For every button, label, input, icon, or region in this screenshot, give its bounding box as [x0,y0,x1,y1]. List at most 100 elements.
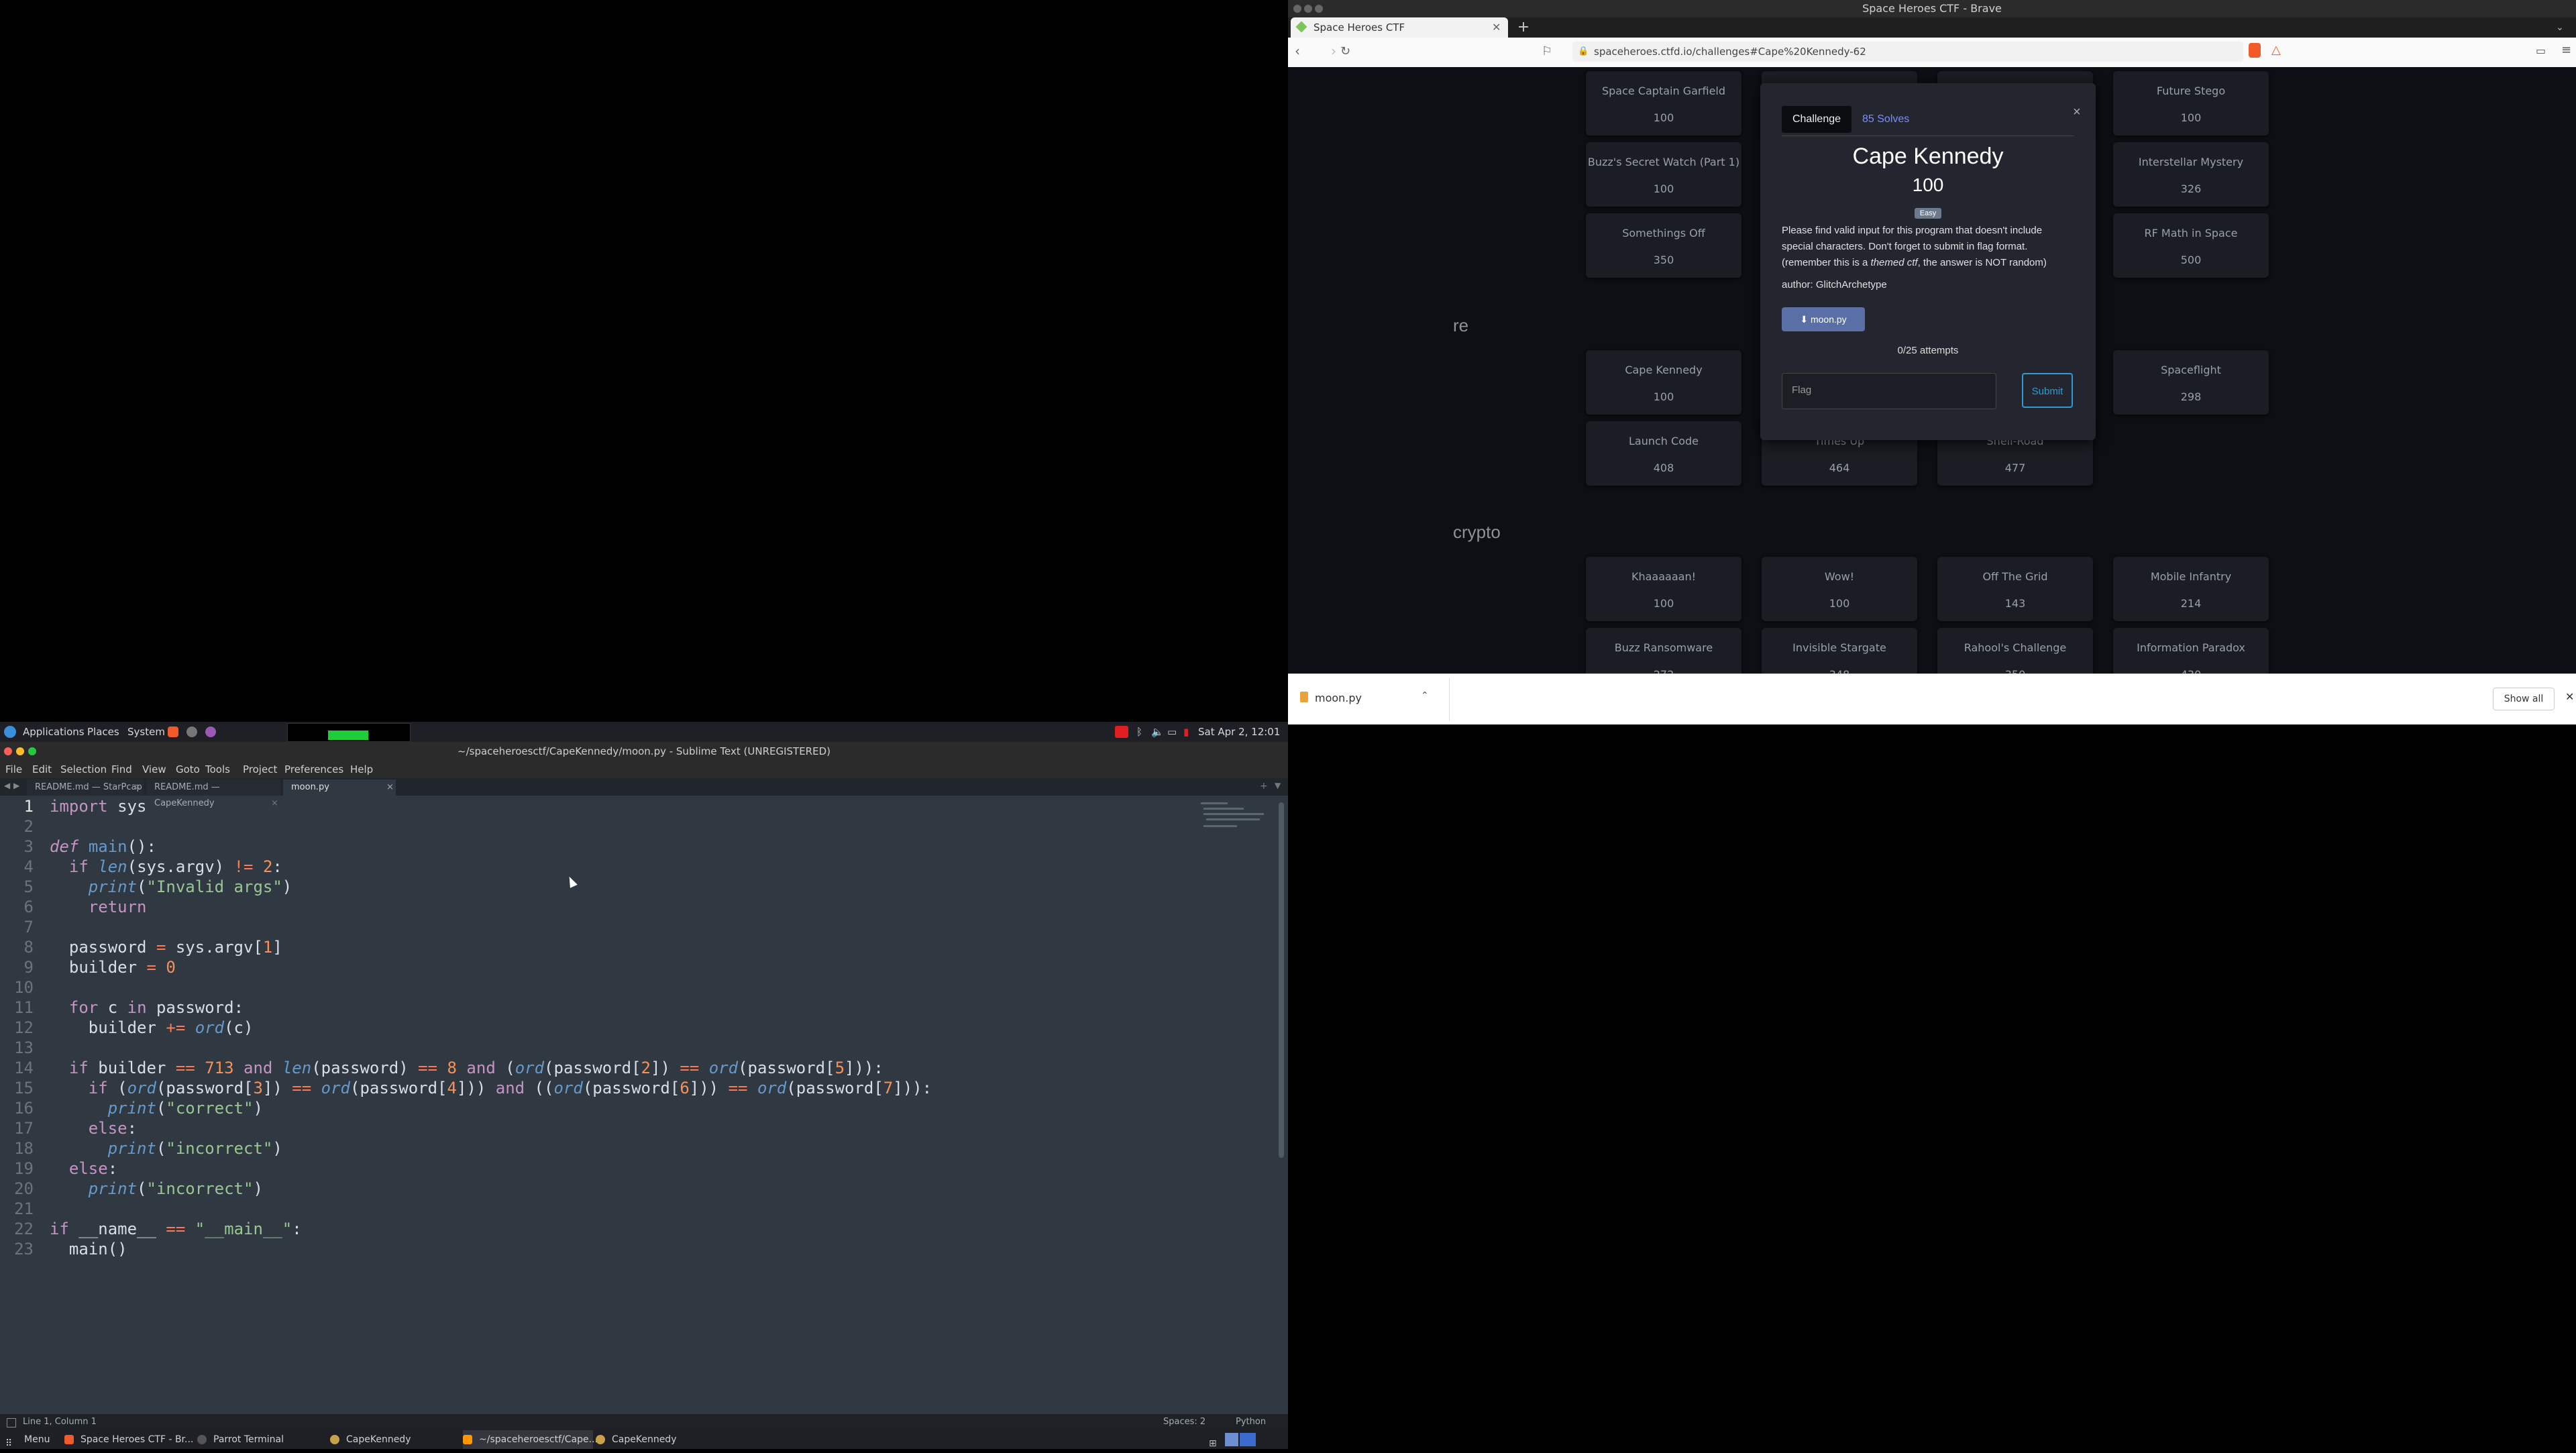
close-download-bar-icon[interactable]: ✕ [2565,690,2574,703]
settings-launcher-icon[interactable] [186,726,197,737]
challenge-card[interactable]: Launch Code 408 [1586,421,1741,486]
wallet-icon[interactable]: ▭ [2536,44,2546,57]
line-number: 13 [14,1038,34,1057]
tab-scroll-right-icon[interactable]: ▶ [13,781,19,790]
bluetooth-icon[interactable]: ᛒ [1136,722,1142,742]
challenge-card[interactable]: Off The Grid 143 [1937,557,2093,621]
menu-tools[interactable]: Tools [205,761,230,778]
download-file-button[interactable]: ⬇ moon.py [1782,307,1865,331]
code-editor[interactable]: 1 2 3 4 5 6 7 8 9 10 11 12 13 14 15 16 1… [0,797,1194,1414]
minimize-window-icon[interactable] [16,747,24,755]
places-menu[interactable]: Places [87,722,119,742]
show-all-button[interactable]: Show all [2493,688,2555,710]
challenge-card[interactable]: Somethings Off 350 [1586,213,1741,278]
challenge-card[interactable]: Khaaaaaan! 100 [1586,557,1741,621]
brave-shields-icon[interactable] [2249,43,2261,58]
menu-project[interactable]: Project [243,761,277,778]
bookmark-icon[interactable]: ⚐ [1542,44,1552,58]
sublime-tab[interactable]: README.md — CapeKennedy × [146,779,280,808]
taskbar-item[interactable]: Space Heroes CTF - Br... [64,1430,195,1449]
brave-launcher-icon[interactable] [168,726,178,737]
modal-close-icon[interactable]: × [2073,105,2081,120]
desktop-panel: Applications Places System ᛒ 🔈 ▭ ▮ Sat A… [0,722,1288,758]
sublime-tab[interactable]: README.md — StarPcap × [27,779,144,796]
tab-close-icon[interactable]: × [134,779,142,796]
workspace-2[interactable] [1240,1433,1256,1446]
challenge-card[interactable]: Mobile Infantry 214 [2113,557,2269,621]
new-tab-icon[interactable]: + [1513,17,1534,38]
code-line: return [88,898,147,916]
maximize-window-icon[interactable] [1315,5,1323,13]
taskbar-item[interactable]: CapeKennedy [330,1430,458,1449]
taskbar-item[interactable]: CapeKennedy [596,1430,723,1449]
maximize-window-icon[interactable] [28,747,36,755]
sidebar-toggle-icon[interactable] [7,1418,16,1428]
vertical-scrollbar[interactable] [1279,802,1284,1158]
reload-icon[interactable]: ↻ [1340,44,1350,58]
brave-rewards-icon[interactable]: △ [2271,43,2286,58]
applications-menu[interactable]: Applications [23,722,85,742]
download-item[interactable]: moon.py ⌃ [1300,685,1434,714]
tray-icon[interactable]: ⊞ [1209,1434,1217,1453]
new-tab-icon[interactable]: + [1260,781,1268,792]
tab-list-chevron-icon[interactable]: ⌄ [2556,17,2572,38]
taskbar-item[interactable]: Parrot Terminal [197,1430,325,1449]
browser-menu-icon[interactable]: ≡ [2561,43,2571,57]
submit-button[interactable]: Submit [2022,373,2073,408]
mouse-cursor-icon [566,875,578,888]
menu-file[interactable]: File [5,761,22,778]
tab-list-icon[interactable]: ▼ [1275,781,1281,790]
close-window-icon[interactable] [1293,5,1301,13]
challenge-card[interactable]: Buzz Ransomware272 [1586,628,1741,674]
challenge-card[interactable]: Future Stego 100 [2113,71,2269,136]
battery-icon[interactable]: ▮ [1183,722,1189,742]
browser-tab-active[interactable]: Space Heroes CTF ✕ [1291,17,1508,38]
workspace-1[interactable] [1225,1433,1238,1446]
menu-grid-icon: ⠿ [5,1438,13,1449]
menu-preferences[interactable]: Preferences [284,761,343,778]
menu-help[interactable]: Help [350,761,373,778]
minimize-window-icon[interactable] [1304,5,1312,13]
sublime-tab-active[interactable]: moon.py × [283,779,396,796]
menu-goto[interactable]: Goto [176,761,200,778]
menu-selection[interactable]: Selection [60,761,107,778]
address-bar[interactable]: 🔒 spaceheroes.ctfd.io/challenges#Cape%20… [1572,42,2243,62]
taskbar-item-active[interactable]: ~/spaceheroesctf/Cape... [463,1430,598,1449]
menu-view[interactable]: View [142,761,166,778]
tab-close-icon[interactable]: ✕ [1492,17,1501,38]
chevron-up-icon[interactable]: ⌃ [1421,690,1429,701]
vpn-status-icon[interactable] [1115,726,1128,738]
indentation-setting[interactable]: Spaces: 2 [1163,1414,1205,1430]
back-icon[interactable]: ‹ [1295,43,1300,59]
line-number: 1 [23,797,34,816]
system-menu[interactable]: System [127,722,165,742]
syntax-setting[interactable]: Python [1236,1414,1266,1430]
challenge-card[interactable]: Space Captain Garfield 100 [1586,71,1741,136]
menu-find[interactable]: Find [111,761,132,778]
challenge-card[interactable]: Invisible Stargate348 [1762,628,1917,674]
tab-solves[interactable]: 85 Solves [1862,106,1909,133]
tab-close-icon[interactable]: × [386,779,394,796]
display-icon[interactable]: ▭ [1167,722,1177,742]
challenge-card[interactable]: Wow! 100 [1762,557,1917,621]
menu-edit[interactable]: Edit [32,761,52,778]
challenge-card[interactable]: Buzz's Secret Watch (Part 1) 100 [1586,142,1741,207]
volume-icon[interactable]: 🔈 [1151,722,1164,742]
challenge-card[interactable]: RF Math in Space 500 [2113,213,2269,278]
challenge-card[interactable]: Cape Kennedy 100 [1586,350,1741,415]
challenge-card[interactable]: Rahool's Challenge350 [1937,628,2093,674]
challenge-card[interactable]: Spaceflight 298 [2113,350,2269,415]
taskbar-menu-button[interactable]: Menu [24,1430,50,1449]
forward-icon[interactable]: › [1331,43,1336,59]
minimap[interactable] [1201,802,1264,836]
app-launcher-icon[interactable] [205,726,216,737]
line-number: 8 [23,938,34,957]
flag-input[interactable]: Flag [1782,373,1996,409]
tab-scroll-left-icon[interactable]: ◀ [4,781,10,790]
close-window-icon[interactable] [4,747,12,755]
tab-challenge[interactable]: Challenge [1782,106,1851,133]
challenge-card[interactable]: Interstellar Mystery 326 [2113,142,2269,207]
line-number: 6 [23,898,34,916]
challenge-author: author: GlitchArchetype [1782,279,1887,290]
challenge-card[interactable]: Information Paradox430 [2113,628,2269,674]
